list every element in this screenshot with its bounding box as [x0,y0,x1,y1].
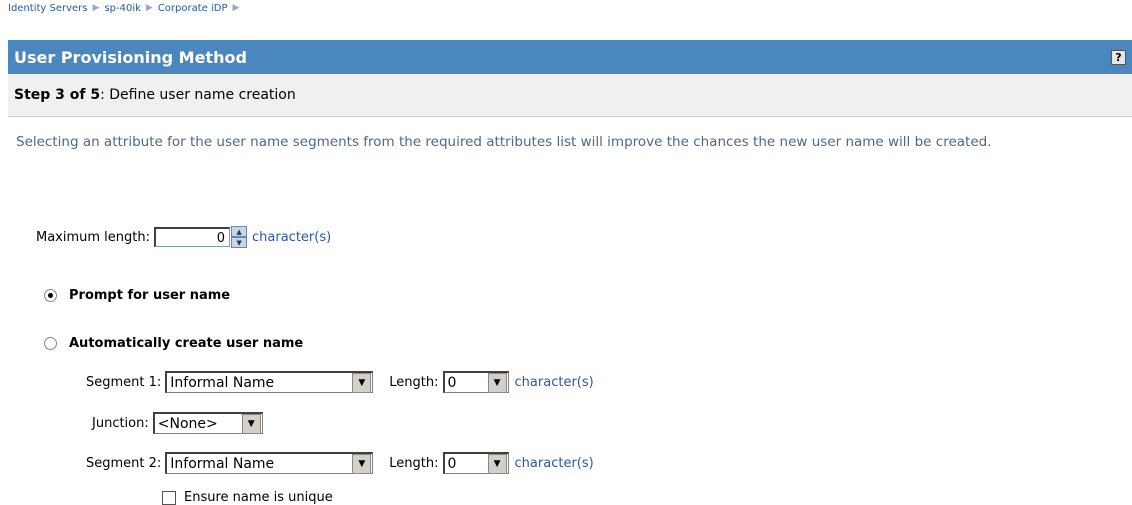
junction-select[interactable]: <None> ▼ [152,412,263,434]
title-bar: User Provisioning Method ? [8,40,1132,74]
breadcrumb-item-idp[interactable]: Corporate iDP [158,3,228,14]
auto-create-radio[interactable] [44,337,57,350]
segment1-length-select[interactable]: 0 ▼ [442,371,509,393]
segment2-row: Segment 2: Informal Name ▼ Length: 0 ▼ c… [86,452,594,474]
unique-checkbox[interactable] [162,490,176,505]
max-length-row: Maximum length: 0 ▲ ▼ character(s) [36,226,331,248]
dropdown-arrow-icon[interactable]: ▼ [241,413,261,434]
spin-up-icon[interactable]: ▲ [231,226,248,237]
segment2-unit: character(s) [514,455,594,471]
auto-create-label: Automatically create user name [69,336,304,351]
prompt-label: Prompt for user name [69,288,231,303]
dropdown-arrow-icon[interactable]: ▼ [352,453,372,474]
breadcrumb-arrow-icon: ▶ [92,3,100,13]
max-length-label: Maximum length: [36,229,151,245]
step-number: Step 3 of 5 [14,87,101,103]
help-icon[interactable]: ? [1111,50,1126,65]
dropdown-arrow-icon[interactable]: ▼ [352,372,372,393]
description-text: Selecting an attribute for the user name… [16,134,992,150]
segment1-length-label: Length: [389,374,439,390]
segment1-length-value: 0 [447,374,457,391]
junction-row: Junction: <None> ▼ [92,412,263,434]
unique-label: Ensure name is unique [184,490,333,505]
breadcrumb-item-server[interactable]: sp-40ik [104,3,140,14]
segment1-row: Segment 1: Informal Name ▼ Length: 0 ▼ c… [86,371,594,393]
breadcrumb-arrow-icon: ▶ [232,3,240,13]
option-prompt-row[interactable]: Prompt for user name [44,288,230,303]
breadcrumb: Identity Servers ▶ sp-40ik ▶ Corporate i… [8,0,244,16]
segment1-value: Informal Name [170,374,275,391]
step-description: : Define user name creation [100,87,296,103]
max-length-unit: character(s) [252,229,332,245]
segment2-length-label: Length: [389,455,439,471]
step-text: Step 3 of 5: Define user name creation [14,87,296,103]
breadcrumb-item-identity-servers[interactable]: Identity Servers [8,3,88,14]
segment1-unit: character(s) [514,374,594,390]
dropdown-arrow-icon[interactable]: ▼ [487,453,507,474]
option-auto-row[interactable]: Automatically create user name [44,336,303,351]
segment1-select[interactable]: Informal Name ▼ [165,371,374,393]
max-length-input[interactable]: 0 [154,227,231,247]
junction-label: Junction: [92,415,149,431]
segment2-select[interactable]: Informal Name ▼ [165,452,374,474]
dropdown-arrow-icon[interactable]: ▼ [487,372,507,393]
segment2-value: Informal Name [170,455,275,472]
prompt-radio[interactable] [44,289,57,302]
spin-down-icon[interactable]: ▼ [231,237,248,248]
max-length-spinner[interactable]: ▲ ▼ [231,226,248,248]
breadcrumb-arrow-icon: ▶ [145,3,153,13]
segment2-length-value: 0 [447,455,457,472]
segment2-length-select[interactable]: 0 ▼ [442,452,509,474]
segment1-label: Segment 1: [86,374,162,390]
step-bar: Step 3 of 5: Define user name creation [8,74,1132,117]
junction-value: <None> [157,415,218,432]
segment2-label: Segment 2: [86,455,162,471]
unique-row[interactable]: Ensure name is unique [162,490,333,505]
page-title: User Provisioning Method [14,47,247,67]
